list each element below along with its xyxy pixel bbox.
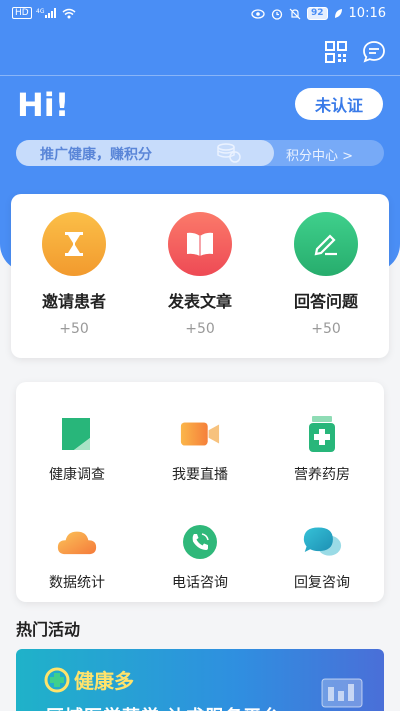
service-health-survey[interactable]: 健康调查 — [16, 402, 138, 492]
banner-title: 健康多 — [74, 669, 134, 693]
verify-status-button[interactable]: 未认证 — [295, 88, 383, 120]
service-live-stream[interactable]: 我要直播 — [139, 402, 261, 492]
task-label: 回答问题 — [293, 292, 358, 311]
task-label: 发表文章 — [167, 292, 232, 311]
services-card: 健康调查 我要直播 营养药房 数据统计 电话咨询 回复咨询 — [16, 382, 384, 602]
task-card: 邀请患者 +50 发表文章 +50 回答问题 +50 — [11, 194, 389, 358]
survey-icon — [57, 414, 97, 454]
top-actions — [324, 40, 386, 64]
header-divider — [0, 75, 400, 76]
greeting-title: Hi! — [17, 86, 70, 124]
clock-time: 10:16 — [348, 6, 386, 21]
task-label: 邀请患者 — [41, 292, 106, 311]
chat-bubble-icon — [302, 522, 342, 562]
task-answer-question[interactable]: 回答问题 +50 — [263, 194, 389, 358]
service-nutrition-pharmacy[interactable]: 营养药房 — [261, 402, 383, 492]
pencil-icon — [294, 212, 358, 276]
svg-text:4G: 4G — [36, 8, 45, 15]
task-points: +50 — [185, 321, 215, 337]
service-label: 数据统计 — [49, 575, 105, 591]
activity-banner[interactable]: 健康多 区域医学药学 让求服务平台 — [16, 649, 384, 711]
banner-illustration-icon — [321, 678, 363, 708]
phone-icon — [180, 522, 220, 562]
health-logo-icon — [44, 667, 70, 697]
service-label: 我要直播 — [172, 467, 228, 483]
task-points: +50 — [59, 321, 89, 337]
signal-icon: 4G — [36, 7, 58, 19]
task-points: +50 — [311, 321, 341, 337]
qr-code-icon[interactable] — [324, 40, 348, 64]
mute-bell-icon — [289, 8, 301, 20]
eye-icon — [251, 8, 265, 19]
service-label: 电话咨询 — [172, 575, 228, 591]
task-invite-patient[interactable]: 邀请患者 +50 — [11, 194, 137, 358]
service-reply-consult[interactable]: 回复咨询 — [261, 510, 383, 600]
service-label: 健康调查 — [49, 467, 105, 483]
hot-activities-title: 热门活动 — [16, 620, 81, 639]
cloud-icon — [57, 522, 97, 562]
promo-text: 推广健康，赚积分 — [40, 147, 152, 163]
wifi-icon — [62, 8, 76, 19]
promo-bar[interactable]: 推广健康，赚积分 积分中心 > — [16, 140, 384, 166]
leaf-icon — [334, 8, 343, 19]
message-icon[interactable] — [362, 40, 386, 64]
video-camera-icon — [180, 414, 220, 454]
status-bar: HD 4G 92 10:16 — [0, 0, 400, 30]
book-icon — [168, 212, 232, 276]
banner-subtitle: 区域医学药学 让求服务平台 — [46, 703, 281, 711]
coins-icon — [216, 143, 242, 167]
hourglass-icon — [42, 212, 106, 276]
hd-icon: HD — [12, 7, 32, 19]
service-label: 营养药房 — [294, 467, 350, 483]
service-statistics[interactable]: 数据统计 — [16, 510, 138, 600]
medicine-bottle-icon — [302, 414, 342, 454]
service-label: 回复咨询 — [294, 575, 350, 591]
points-center-link[interactable]: 积分中心 > — [286, 145, 353, 164]
alarm-icon — [271, 8, 283, 20]
service-phone-consult[interactable]: 电话咨询 — [139, 510, 261, 600]
battery-icon: 92 — [307, 7, 328, 20]
task-publish-article[interactable]: 发表文章 +50 — [137, 194, 263, 358]
